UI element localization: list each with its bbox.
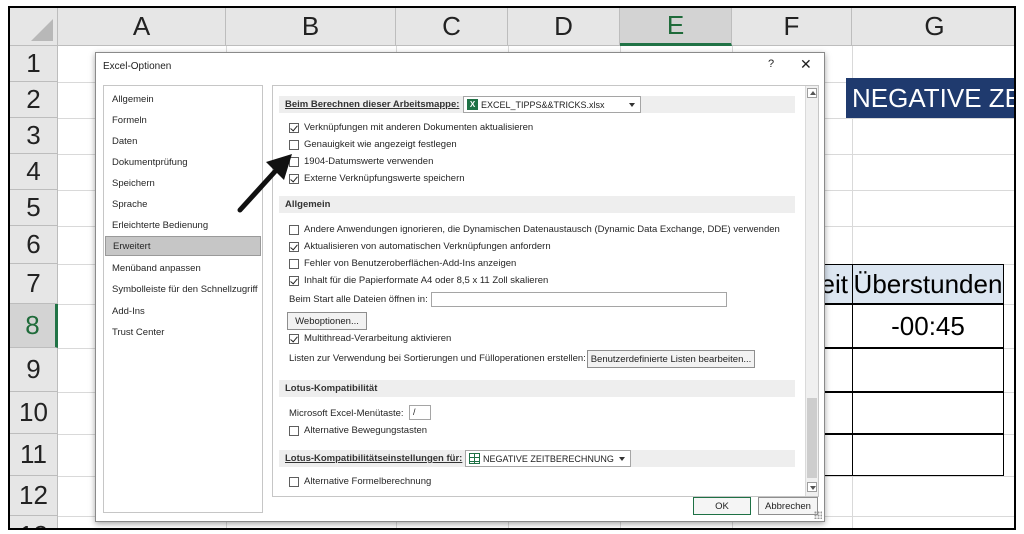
checkbox[interactable] (289, 122, 299, 133)
cancel-button[interactable]: Abbrechen (758, 497, 818, 515)
row-header-3[interactable]: 3 (10, 118, 58, 154)
row-header-13[interactable]: 13 (10, 516, 58, 528)
scroll-thumb[interactable] (807, 398, 817, 478)
checkbox[interactable] (289, 333, 299, 344)
worksheet-icon (469, 453, 480, 464)
option-label: Verknüpfungen mit anderen Dokumenten akt… (304, 122, 534, 133)
nav-item-erleichterte-bedienung[interactable]: Erleichterte Bedienung (105, 216, 261, 236)
option-label: Externe Verknüpfungswerte speichern (304, 173, 465, 184)
excel-options-dialog: Excel-Optionen ? ✕ Allgemein Formeln Dat… (95, 52, 825, 522)
web-options-button[interactable]: Weboptionen... (287, 312, 367, 330)
close-icon[interactable]: ✕ (800, 56, 812, 73)
nav-item-erweitert[interactable]: Erweitert (105, 236, 261, 256)
column-header-g[interactable]: G (852, 8, 1014, 46)
option-scale-paper[interactable]: Inhalt für die Papierformate A4 oder 8,5… (289, 275, 548, 286)
vertical-scrollbar[interactable] (805, 86, 818, 496)
row-header-9[interactable]: 9 (10, 348, 58, 392)
excel-file-icon: X (467, 99, 478, 110)
column-header-d[interactable]: D (508, 8, 620, 46)
column-header-c[interactable]: C (396, 8, 508, 46)
nav-item-trust-center[interactable]: Trust Center (105, 323, 261, 343)
chevron-down-icon (629, 103, 635, 107)
column-header-e[interactable]: E (620, 8, 732, 46)
workbook-select-value: EXCEL_TIPPS&&TRICKS.xlsx (481, 99, 605, 110)
checkbox[interactable] (289, 476, 299, 487)
section-lotus-settings-label: Lotus-Kompatibilitätseinstellungen für: (285, 453, 463, 464)
workbook-select[interactable]: X EXCEL_TIPPS&&TRICKS.xlsx (463, 96, 641, 113)
row-header-12[interactable]: 12 (10, 476, 58, 516)
section-general-header: Allgemein (279, 196, 795, 213)
row-header-10[interactable]: 10 (10, 392, 58, 434)
resize-grip-icon[interactable] (814, 511, 822, 519)
ok-button[interactable]: OK (693, 497, 751, 515)
row-header-11[interactable]: 11 (10, 434, 58, 476)
nav-item-schnellzugriff[interactable]: Symbolleiste für den Schnellzugriff (105, 280, 261, 300)
menu-key-input[interactable]: / (409, 405, 431, 420)
dialog-title: Excel-Optionen (103, 61, 172, 72)
checkbox[interactable] (289, 258, 299, 269)
checkbox[interactable] (289, 139, 299, 150)
row-header-2[interactable]: 2 (10, 82, 58, 118)
cell-g10[interactable] (852, 392, 1004, 434)
title-banner: NEGATIVE ZEIT (846, 78, 1014, 118)
column-header-a[interactable]: A (58, 8, 226, 46)
nav-item-add-ins[interactable]: Add-Ins (105, 302, 261, 322)
checkbox[interactable] (289, 425, 299, 436)
option-ignore-dde[interactable]: Andere Anwendungen ignorieren, die Dynam… (289, 224, 780, 235)
row-header-5[interactable]: 5 (10, 190, 58, 226)
option-label: 1904-Datumswerte verwenden (304, 156, 434, 167)
annotation-arrow-icon (237, 154, 292, 213)
options-content: Beim Berechnen dieser Arbeitsmappe: X EX… (272, 85, 819, 497)
row-header-8[interactable]: 8 (10, 304, 58, 348)
scroll-up-icon[interactable] (807, 88, 817, 98)
checkbox[interactable] (289, 224, 299, 235)
startup-folder-input[interactable] (431, 292, 727, 307)
lotus-sheet-select-value: NEGATIVE ZEITBERECHNUNG (483, 453, 614, 464)
cell-g7[interactable]: Überstunden (852, 264, 1004, 304)
nav-item-formeln[interactable]: Formeln (105, 111, 261, 131)
chevron-down-icon (619, 457, 625, 461)
select-all-corner[interactable] (10, 8, 58, 46)
option-label: Alternative Bewegungstasten (304, 425, 428, 436)
edit-custom-lists-button[interactable]: Benutzerdefinierte Listen bearbeiten... (587, 350, 755, 368)
row-header-1[interactable]: 1 (10, 46, 58, 82)
cell-g9[interactable] (852, 348, 1004, 392)
option-save-external-links[interactable]: Externe Verknüpfungswerte speichern (289, 173, 465, 184)
option-alt-nav-keys[interactable]: Alternative Bewegungstasten (289, 425, 427, 436)
row-header-4[interactable]: 4 (10, 154, 58, 190)
option-label: Genauigkeit wie angezeigt festlegen (304, 139, 457, 150)
option-ask-update-links[interactable]: Aktualisieren von automatischen Verknüpf… (289, 241, 551, 252)
menu-key-label: Microsoft Excel-Menütaste: (289, 408, 404, 419)
row-header-7[interactable]: 7 (10, 264, 58, 304)
option-label: Alternative Formelberechnung (304, 476, 432, 487)
cell-g11[interactable] (852, 434, 1004, 476)
option-update-links[interactable]: Verknüpfungen mit anderen Dokumenten akt… (289, 122, 533, 133)
option-multithread[interactable]: Multithread-Verarbeitung aktivieren (289, 333, 451, 344)
custom-lists-label: Listen zur Verwendung bei Sortierungen u… (289, 353, 586, 364)
nav-item-allgemein[interactable]: Allgemein (105, 90, 261, 110)
option-label: Aktualisieren von automatischen Verknüpf… (304, 241, 551, 252)
option-label: Inhalt für die Papierformate A4 oder 8,5… (304, 275, 549, 286)
section-lotus-header: Lotus-Kompatibilität (279, 380, 795, 397)
section-calc-label: Beim Berechnen dieser Arbeitsmappe: (285, 99, 460, 110)
column-header-f[interactable]: F (732, 8, 852, 46)
option-precision-as-displayed[interactable]: Genauigkeit wie angezeigt festlegen (289, 139, 457, 150)
nav-item-menueband[interactable]: Menüband anpassen (105, 259, 261, 279)
option-label: Fehler von Benutzeroberflächen-Add-Ins a… (304, 258, 517, 269)
column-header-b[interactable]: B (226, 8, 396, 46)
help-button[interactable]: ? (768, 58, 774, 70)
option-label: Multithread-Verarbeitung aktivieren (304, 333, 452, 344)
cell-g8[interactable]: -00:45 (852, 304, 1004, 348)
option-show-addin-errors[interactable]: Fehler von Benutzeroberflächen-Add-Ins a… (289, 258, 516, 269)
nav-item-daten[interactable]: Daten (105, 132, 261, 152)
lotus-sheet-select[interactable]: NEGATIVE ZEITBERECHNUNG (465, 450, 631, 467)
scroll-down-icon[interactable] (807, 482, 817, 492)
checkbox[interactable] (289, 241, 299, 252)
checkbox[interactable] (289, 275, 299, 286)
row-header-6[interactable]: 6 (10, 226, 58, 264)
option-alt-formula-eval[interactable]: Alternative Formelberechnung (289, 476, 431, 487)
option-1904-date-system[interactable]: 1904-Datumswerte verwenden (289, 156, 433, 167)
startup-folder-label: Beim Start alle Dateien öffnen in: (289, 294, 428, 305)
option-label: Andere Anwendungen ignorieren, die Dynam… (304, 224, 780, 235)
